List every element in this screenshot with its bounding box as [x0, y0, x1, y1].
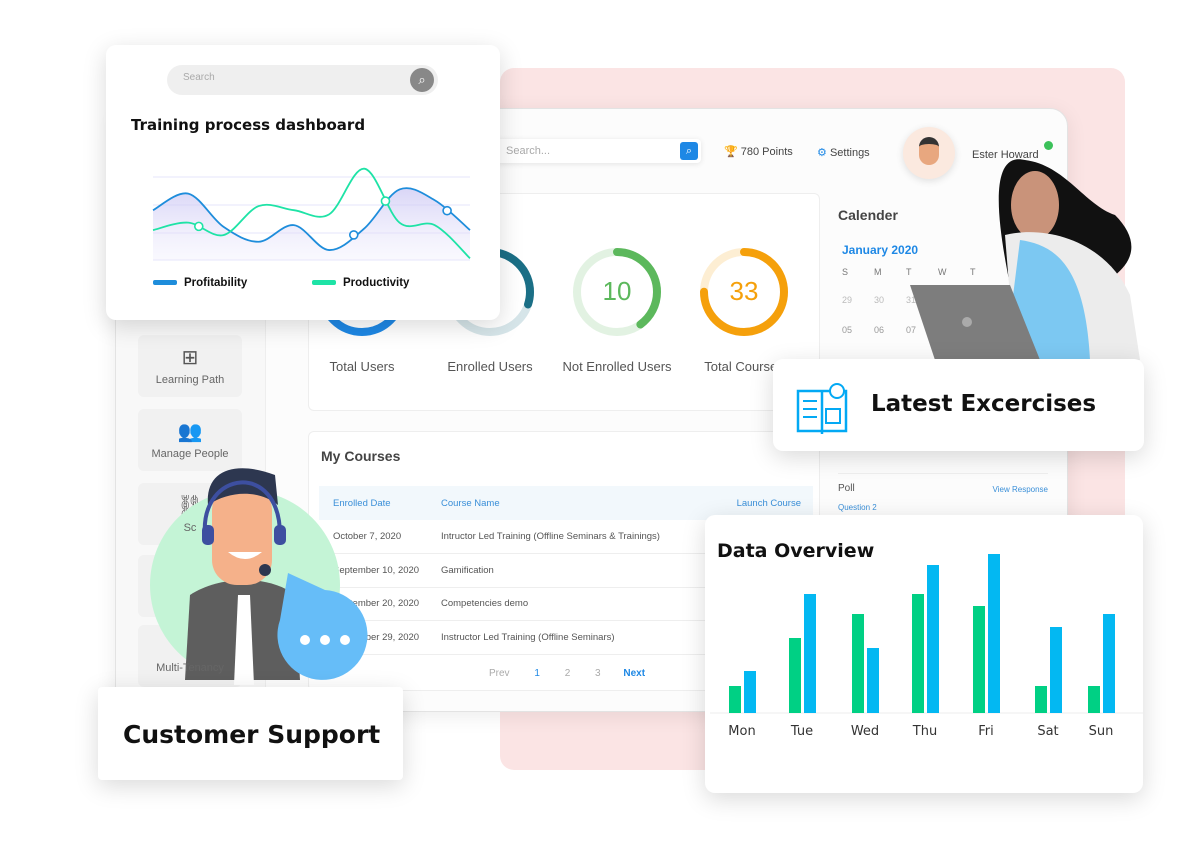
weekday-label: S — [842, 267, 849, 277]
page-2-button[interactable]: 2 — [565, 668, 571, 679]
stat-label: Enrolled Users — [447, 359, 533, 374]
people-icon: 👥 — [177, 421, 203, 443]
data-overview-card: Data Overview Mon Tue Wed Thu Fri Sat Sun — [705, 515, 1143, 793]
search-placeholder: Search... — [506, 145, 551, 157]
column-header[interactable]: Course Name — [441, 486, 717, 520]
prev-button[interactable]: Prev — [489, 668, 510, 679]
sidebar-item-learning-path[interactable]: ⊞ Learning Path — [138, 335, 242, 397]
x-tick-label: Sun — [1089, 724, 1114, 739]
bar-thu-2 — [927, 565, 939, 713]
data-point-marker — [442, 205, 452, 216]
x-tick-label: Wed — [851, 724, 879, 739]
bar-fri-1 — [973, 606, 985, 713]
data-point-marker — [380, 196, 391, 206]
bar-mon-1 — [729, 686, 741, 713]
sidebar-label: Multi-Tenancy — [156, 662, 224, 674]
legend-label: Profitability — [184, 277, 248, 289]
legend-swatch — [153, 280, 177, 286]
bar-wed-2 — [867, 648, 879, 713]
calendar-day[interactable]: 05 — [842, 325, 874, 335]
stat-value: 10 — [602, 276, 632, 306]
stat-value: 33 — [729, 276, 759, 306]
page-1-button[interactable]: 1 — [534, 668, 540, 679]
calendar-day[interactable]: 29 — [842, 295, 874, 305]
training-dashboard-card: Search ⌕ Training process dashboard Prof… — [106, 45, 500, 320]
data-overview-bar-chart: Mon Tue Wed Thu Fri Sat Sun — [710, 554, 1143, 739]
settings-link[interactable]: ⚙ Settings — [817, 146, 870, 159]
gear-icon: ⚙ — [817, 147, 827, 159]
poll-question: Question 2 — [838, 503, 877, 512]
data-point-marker — [193, 221, 204, 232]
search-button[interactable]: ⌕ — [680, 142, 698, 160]
course-name: Gamification — [441, 564, 494, 576]
x-tick-label: Mon — [728, 724, 755, 739]
course-name: Instructor Led Training (Offline Seminar… — [441, 631, 615, 643]
weekday-label: M — [874, 267, 882, 277]
bar-sat-1 — [1035, 686, 1047, 713]
points-text: 780 Points — [740, 146, 793, 158]
search-input[interactable]: Search... ⌕ — [496, 139, 701, 163]
woman-with-laptop-illustration — [910, 159, 1140, 360]
customer-support-label: Customer Support — [123, 720, 381, 749]
bar-thu-1 — [912, 594, 924, 713]
latest-exercises-card[interactable]: Latest Excercises — [773, 359, 1144, 451]
stat-label: Not Enrolled Users — [562, 359, 672, 374]
stat-label: Total Users — [329, 359, 395, 374]
bar-sun-1 — [1088, 686, 1100, 713]
legend-label: Productivity — [343, 277, 410, 289]
x-tick-label: Tue — [790, 724, 813, 739]
points-badge[interactable]: 🏆 780 Points — [724, 145, 793, 158]
pagination: Prev 1 2 3 Next — [489, 668, 645, 679]
next-button[interactable]: Next — [623, 668, 645, 679]
page-3-button[interactable]: 3 — [595, 668, 601, 679]
calendar-day[interactable]: 06 — [874, 325, 906, 335]
stat-label: Total Courses — [704, 359, 784, 374]
legend-swatch — [312, 280, 336, 286]
view-response-link[interactable]: View Response — [993, 485, 1048, 494]
bar-fri-2 — [988, 554, 1000, 713]
x-tick-label: Fri — [978, 724, 994, 739]
bar-wed-1 — [852, 614, 864, 713]
sidebar-label: Learning Path — [155, 374, 225, 386]
book-lightbulb-icon — [796, 383, 848, 434]
calendar-day[interactable]: 30 — [874, 295, 906, 305]
x-tick-label: Thu — [912, 724, 937, 739]
support-agent-illustration — [150, 468, 368, 685]
legend-profitability: Profitability — [153, 277, 247, 289]
course-name: Intructor Led Training (Offline Seminars… — [441, 531, 660, 542]
trophy-icon: 🏆 — [724, 146, 738, 158]
sitemap-icon: ⊞ — [181, 347, 199, 369]
x-tick-label: Sat — [1037, 724, 1058, 739]
bar-sat-2 — [1050, 627, 1062, 713]
sidebar-label: Manage People — [151, 448, 229, 460]
course-name: Competencies demo — [441, 598, 529, 610]
legend-productivity: Productivity — [312, 277, 409, 289]
bar-sun-2 — [1103, 614, 1115, 713]
bar-tue-1 — [789, 638, 801, 713]
sidebar-label: Sc — [183, 522, 197, 534]
bar-mon-2 — [744, 671, 756, 713]
chat-bubble-icon — [277, 573, 368, 680]
customer-support-card[interactable]: Customer Support — [98, 687, 403, 780]
bar-tue-2 — [804, 594, 816, 713]
poll-title: Poll — [838, 483, 855, 494]
settings-label: Settings — [829, 147, 870, 159]
data-point-marker — [348, 230, 359, 240]
latest-exercises-label: Latest Excercises — [871, 391, 1097, 417]
